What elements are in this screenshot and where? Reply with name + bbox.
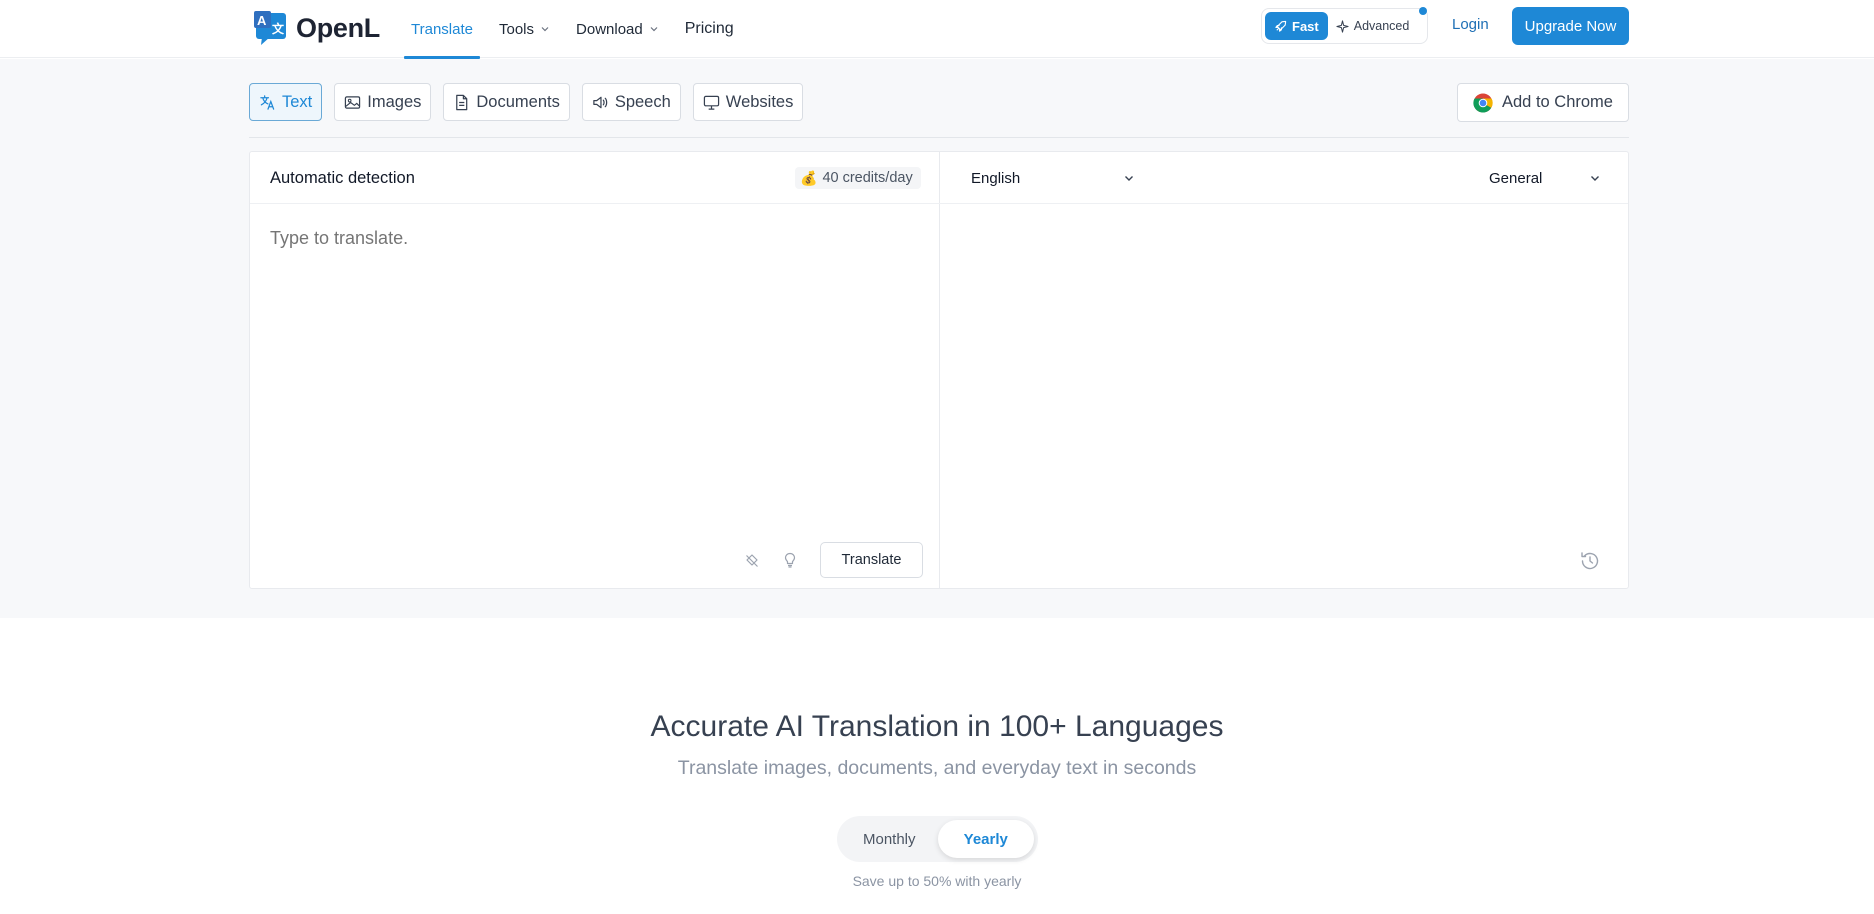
logo[interactable]: A 文 OpenL bbox=[252, 10, 380, 46]
billing-monthly-option[interactable]: Monthly bbox=[841, 820, 938, 858]
upgrade-now-button[interactable]: Upgrade Now bbox=[1512, 7, 1629, 45]
tab-images[interactable]: Images bbox=[334, 83, 432, 121]
login-link[interactable]: Login bbox=[1452, 16, 1489, 33]
hero-title: Accurate AI Translation in 100+ Language… bbox=[650, 710, 1224, 743]
domain-select[interactable]: General bbox=[1489, 165, 1601, 191]
nav-tools[interactable]: Tools bbox=[492, 0, 557, 58]
chevron-down-icon bbox=[650, 27, 658, 32]
sparkle-icon bbox=[1336, 19, 1349, 33]
hero-subtitle: Translate images, documents, and everyda… bbox=[677, 757, 1197, 779]
tab-text[interactable]: Text bbox=[249, 83, 323, 121]
yearly-savings-note: Save up to 50% with yearly bbox=[852, 873, 1022, 889]
mode-toggle: Fast Advanced bbox=[1261, 8, 1428, 44]
nav-download[interactable]: Download bbox=[569, 0, 666, 58]
billing-period-toggle: Monthly Yearly bbox=[837, 816, 1038, 862]
history-icon bbox=[1581, 552, 1599, 570]
clear-button[interactable] bbox=[740, 548, 764, 572]
new-indicator-dot bbox=[1419, 7, 1427, 15]
add-to-chrome-label: Add to Chrome bbox=[1502, 93, 1613, 111]
translation-panel: Automatic detection 💰 40 credits/day Tra… bbox=[249, 151, 1629, 589]
chevron-down-icon bbox=[1591, 176, 1599, 181]
rocket-icon bbox=[1275, 20, 1287, 32]
input-type-tabs: Text Images Documents Speech Websites bbox=[249, 83, 815, 121]
translator-workspace: Text Images Documents Speech Websites Ad bbox=[0, 59, 1874, 618]
svg-text:A: A bbox=[257, 13, 267, 28]
money-bag-icon: 💰 bbox=[800, 169, 818, 186]
source-actions: Translate bbox=[740, 542, 923, 578]
tab-websites[interactable]: Websites bbox=[692, 83, 804, 121]
divider bbox=[249, 137, 1629, 138]
tab-speech[interactable]: Speech bbox=[581, 83, 681, 121]
svg-text:文: 文 bbox=[272, 21, 285, 36]
tab-documents-label: Documents bbox=[476, 92, 560, 111]
nav-download-label: Download bbox=[576, 20, 643, 38]
nav-translate-label: Translate bbox=[411, 20, 473, 38]
billing-yearly-option[interactable]: Yearly bbox=[937, 820, 1034, 858]
clear-text-icon bbox=[746, 554, 758, 567]
tab-speech-label: Speech bbox=[614, 92, 671, 111]
panel-divider bbox=[939, 152, 940, 588]
image-icon bbox=[345, 95, 361, 109]
tab-images-label: Images bbox=[367, 92, 422, 111]
credits-label: 40 credits/day bbox=[822, 170, 913, 186]
mode-fast-label: Fast bbox=[1292, 18, 1319, 34]
source-text-input[interactable] bbox=[270, 228, 910, 249]
mode-fast-button[interactable]: Fast bbox=[1265, 12, 1328, 40]
nav-tools-label: Tools bbox=[498, 20, 535, 38]
chevron-down-icon bbox=[541, 27, 549, 32]
tab-text-label: Text bbox=[282, 92, 313, 111]
tab-documents[interactable]: Documents bbox=[443, 83, 570, 121]
tab-websites-label: Websites bbox=[725, 92, 794, 111]
suggestion-button[interactable] bbox=[778, 548, 802, 572]
monitor-icon bbox=[703, 95, 719, 110]
logo-text: OpenL bbox=[296, 12, 380, 43]
document-icon bbox=[456, 94, 468, 110]
translate-icon bbox=[260, 94, 275, 110]
mode-advanced-label: Advanced bbox=[1353, 19, 1410, 33]
domain-label: General bbox=[1489, 169, 1543, 187]
target-language-select[interactable]: English bbox=[971, 165, 1135, 191]
history-button[interactable] bbox=[1579, 550, 1603, 574]
lightbulb-icon bbox=[784, 552, 796, 568]
chevron-down-icon bbox=[1125, 176, 1133, 181]
speaker-icon bbox=[593, 96, 608, 108]
nav-translate[interactable]: Translate bbox=[404, 0, 480, 59]
target-language-label: English bbox=[971, 169, 1021, 187]
translate-button[interactable]: Translate bbox=[820, 542, 923, 578]
nav-pricing-label: Pricing bbox=[684, 20, 734, 37]
mode-advanced-button[interactable]: Advanced bbox=[1328, 12, 1418, 40]
source-language-select[interactable]: Automatic detection bbox=[270, 169, 415, 188]
openl-logo-icon: A 文 bbox=[254, 11, 286, 45]
main-nav: Translate Tools Download Pricing bbox=[404, 0, 753, 59]
chrome-icon bbox=[1473, 93, 1493, 113]
credits-badge: 💰 40 credits/day bbox=[795, 167, 921, 189]
add-to-chrome-button[interactable]: Add to Chrome bbox=[1457, 83, 1629, 122]
nav-pricing[interactable]: Pricing bbox=[678, 0, 741, 58]
panel-header-divider bbox=[250, 203, 1628, 204]
top-header: A 文 OpenL Translate Tools Download Prici… bbox=[0, 0, 1874, 59]
